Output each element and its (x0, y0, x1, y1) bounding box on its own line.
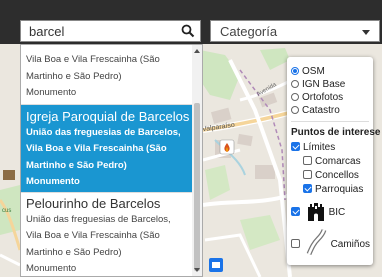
search-box[interactable] (20, 20, 201, 42)
result-item[interactable]: Pelourinho de Barcelos União das fregues… (21, 193, 193, 277)
result-line: Martinho e São Pedro) (26, 246, 122, 258)
base-layer-ortofotos[interactable]: Ortofotos (291, 91, 343, 104)
checkbox-limites[interactable] (291, 142, 300, 151)
overlay-label: Camiños (330, 239, 371, 250)
result-line: União das freguesias de Barcelos, (26, 126, 181, 138)
partial-map-label: cus (2, 208, 12, 214)
overlay-label: Concellos (315, 170, 359, 181)
result-line: Vila Boa e Vila Frescainha (São (26, 143, 167, 154)
radio-catastro[interactable] (291, 106, 299, 114)
result-type: Monumento (26, 87, 77, 98)
layer-label: Catastro (302, 105, 340, 116)
result-type: Monumento (26, 176, 80, 187)
overlay-caminos[interactable]: Camiños (291, 229, 370, 255)
poi-heading: Puntos de interese (291, 127, 381, 138)
result-item-selected[interactable]: Igreja Paroquial de Barcelos União das f… (21, 104, 193, 192)
overlay-label: Parroquias (315, 184, 364, 195)
overlay-concellos[interactable]: Concellos (303, 169, 359, 182)
checkbox-caminos[interactable] (291, 239, 300, 248)
layer-label: IGN Base (302, 79, 346, 90)
result-line: Martinho e São Pedro) (26, 70, 122, 82)
result-type: Monumento (26, 263, 77, 274)
radio-ign-base[interactable] (291, 80, 299, 88)
category-select[interactable]: Categoría (210, 20, 380, 42)
overlay-parroquias[interactable]: Parroquias (303, 183, 363, 196)
chevron-down-icon (362, 30, 370, 35)
result-line: Vila Boa e Vila Frescainha (São (26, 230, 160, 241)
checkbox-bic[interactable] (291, 207, 300, 216)
result-line: União das freguesias de Barcelos, (26, 213, 171, 225)
overlay-label: Comarcas (315, 156, 361, 167)
category-select-value: Categoría (220, 24, 278, 39)
overlay-label: Límites (303, 142, 336, 153)
base-layer-ign[interactable]: IGN Base (291, 78, 345, 91)
radio-osm[interactable] (291, 67, 299, 75)
scroll-down-icon[interactable] (194, 268, 200, 272)
result-line: Vila Boa e Vila Frescainha (São (26, 54, 160, 65)
overlay-bic[interactable]: BIC (291, 201, 345, 223)
radio-ortofotos[interactable] (291, 93, 299, 101)
overlay-label: BIC (328, 207, 346, 218)
dropdown-scrollbar[interactable] (192, 45, 202, 276)
overlay-comarcas[interactable]: Comarcas (303, 155, 361, 168)
result-item[interactable]: Vila Boa e Vila Frescainha (São Martinho… (21, 45, 193, 104)
result-title: Pelourinho de Barcelos (26, 195, 161, 211)
scrollbar-thumb[interactable] (194, 103, 200, 271)
results-list: Vila Boa e Vila Frescainha (São Martinho… (21, 45, 193, 277)
base-layer-osm[interactable]: OSM (291, 65, 325, 78)
base-layer-catastro[interactable]: Catastro (291, 104, 340, 117)
search-input[interactable] (29, 23, 179, 39)
result-line: Martinho e São Pedro) (26, 159, 127, 171)
checkbox-concellos[interactable] (303, 170, 312, 179)
overlay-limites[interactable]: Límites (291, 141, 335, 154)
scroll-up-icon[interactable] (194, 49, 200, 53)
divider (291, 121, 369, 122)
checkbox-comarcas[interactable] (303, 156, 312, 165)
layer-label: OSM (302, 66, 325, 77)
checkbox-parroquias[interactable] (303, 184, 312, 193)
search-results-dropdown[interactable]: Vila Boa e Vila Frescainha (São Martinho… (20, 44, 203, 277)
layer-label: Ortofotos (302, 92, 344, 103)
layers-panel: OSM IGN Base Ortofotos Catastro Puntos d… (287, 57, 380, 265)
path-icon (306, 229, 328, 255)
search-icon[interactable] (181, 24, 195, 38)
castle-icon (306, 201, 326, 221)
result-title: Igreja Paroquial de Barcelos (26, 108, 190, 124)
